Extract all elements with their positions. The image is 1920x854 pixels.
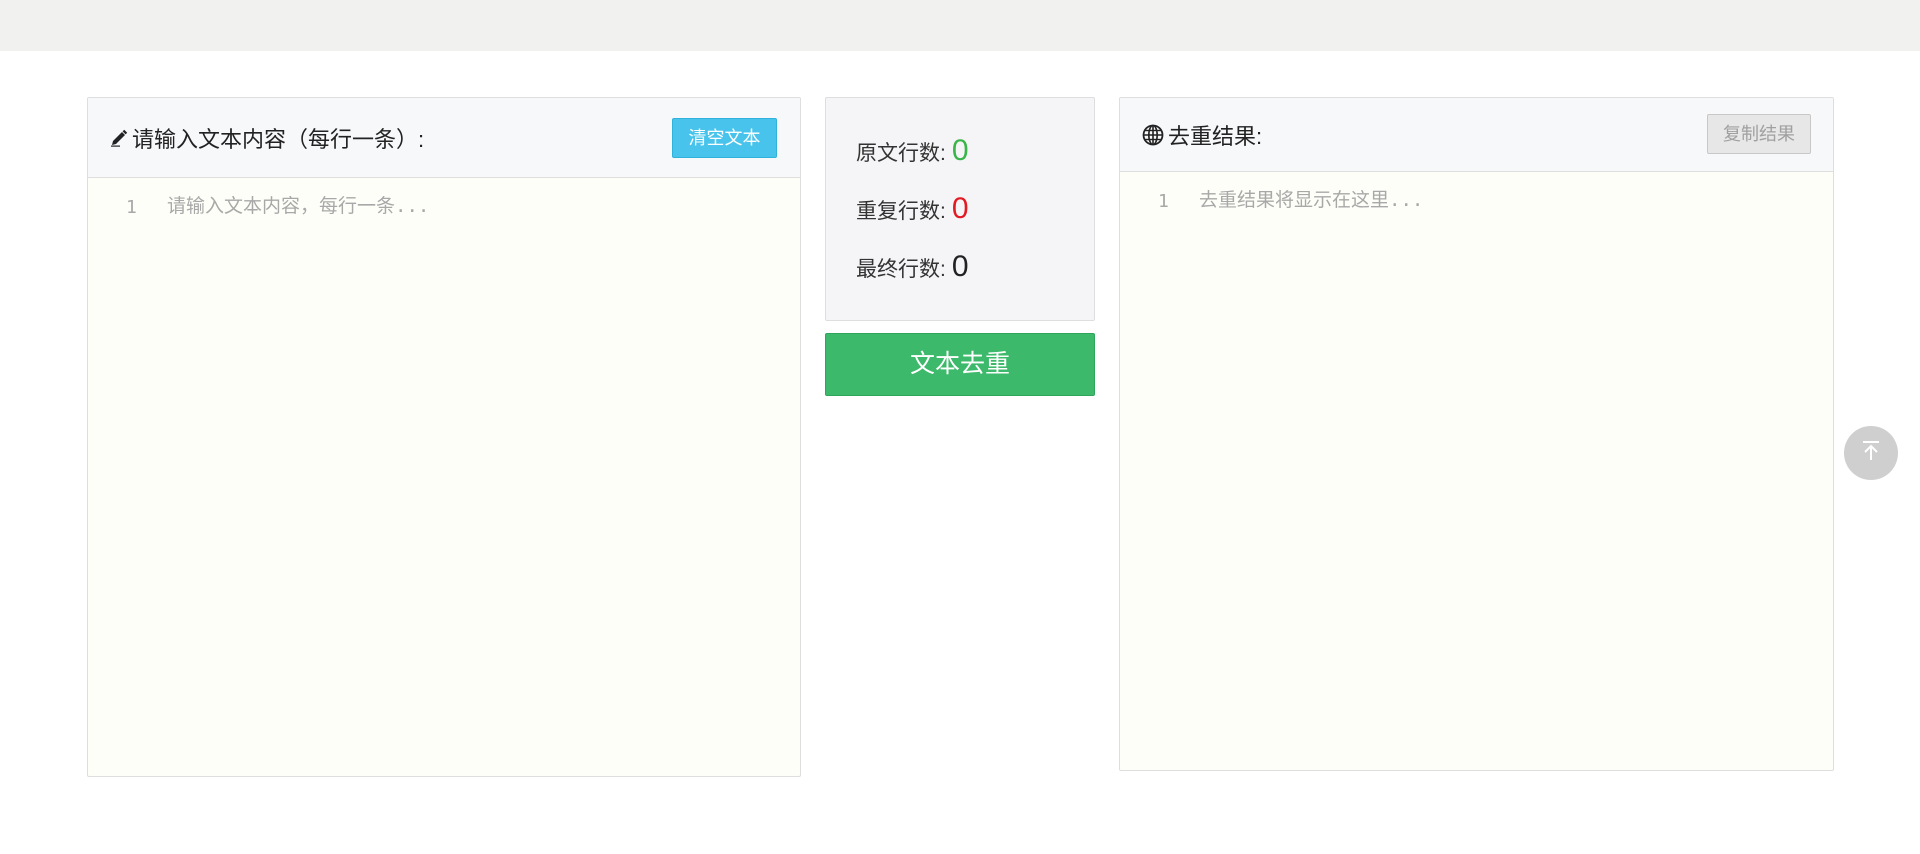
clear-text-button[interactable]: 清空文本: [672, 118, 777, 158]
stats-box: 原文行数: 0 重复行数: 0 最终行数: 0: [825, 97, 1095, 321]
input-editor: 1: [88, 179, 800, 776]
output-editor: 1: [1120, 173, 1833, 770]
output-panel: 去重结果: 复制结果 1: [1119, 97, 1834, 771]
final-lines-label: 最终行数:: [856, 258, 946, 281]
stat-original: 原文行数: 0: [856, 134, 969, 168]
back-to-top-button[interactable]: [1844, 426, 1898, 480]
line-number: 1: [126, 197, 137, 218]
original-lines-value: 0: [951, 134, 969, 167]
original-lines-label: 原文行数:: [856, 142, 946, 165]
stat-duplicate: 重复行数: 0: [856, 192, 969, 226]
stat-final: 最终行数: 0: [856, 250, 969, 284]
copy-result-button[interactable]: 复制结果: [1707, 114, 1811, 154]
input-panel-title: 请输入文本内容（每行一条）:: [110, 122, 424, 154]
input-panel: 请输入文本内容（每行一条）: 清空文本 1: [87, 97, 801, 777]
duplicate-lines-value: 0: [951, 192, 969, 225]
output-panel-title-text: 去重结果:: [1168, 124, 1263, 149]
final-lines-value: 0: [951, 250, 969, 283]
pencil-icon: [110, 129, 128, 147]
output-textarea[interactable]: [1199, 187, 1813, 750]
duplicate-lines-label: 重复行数:: [856, 200, 946, 223]
arrow-up-to-line-icon: [1859, 439, 1883, 468]
output-panel-header: 去重结果: 复制结果: [1120, 98, 1833, 172]
input-panel-title-text: 请输入文本内容（每行一条）:: [132, 127, 425, 152]
line-number: 1: [1158, 191, 1169, 212]
output-panel-title: 去重结果:: [1142, 119, 1262, 151]
top-bar: [0, 0, 1920, 51]
input-textarea[interactable]: [167, 193, 780, 756]
globe-icon: [1142, 124, 1164, 146]
dedupe-button[interactable]: 文本去重: [825, 333, 1095, 396]
input-panel-header: 请输入文本内容（每行一条）: 清空文本: [88, 98, 800, 178]
